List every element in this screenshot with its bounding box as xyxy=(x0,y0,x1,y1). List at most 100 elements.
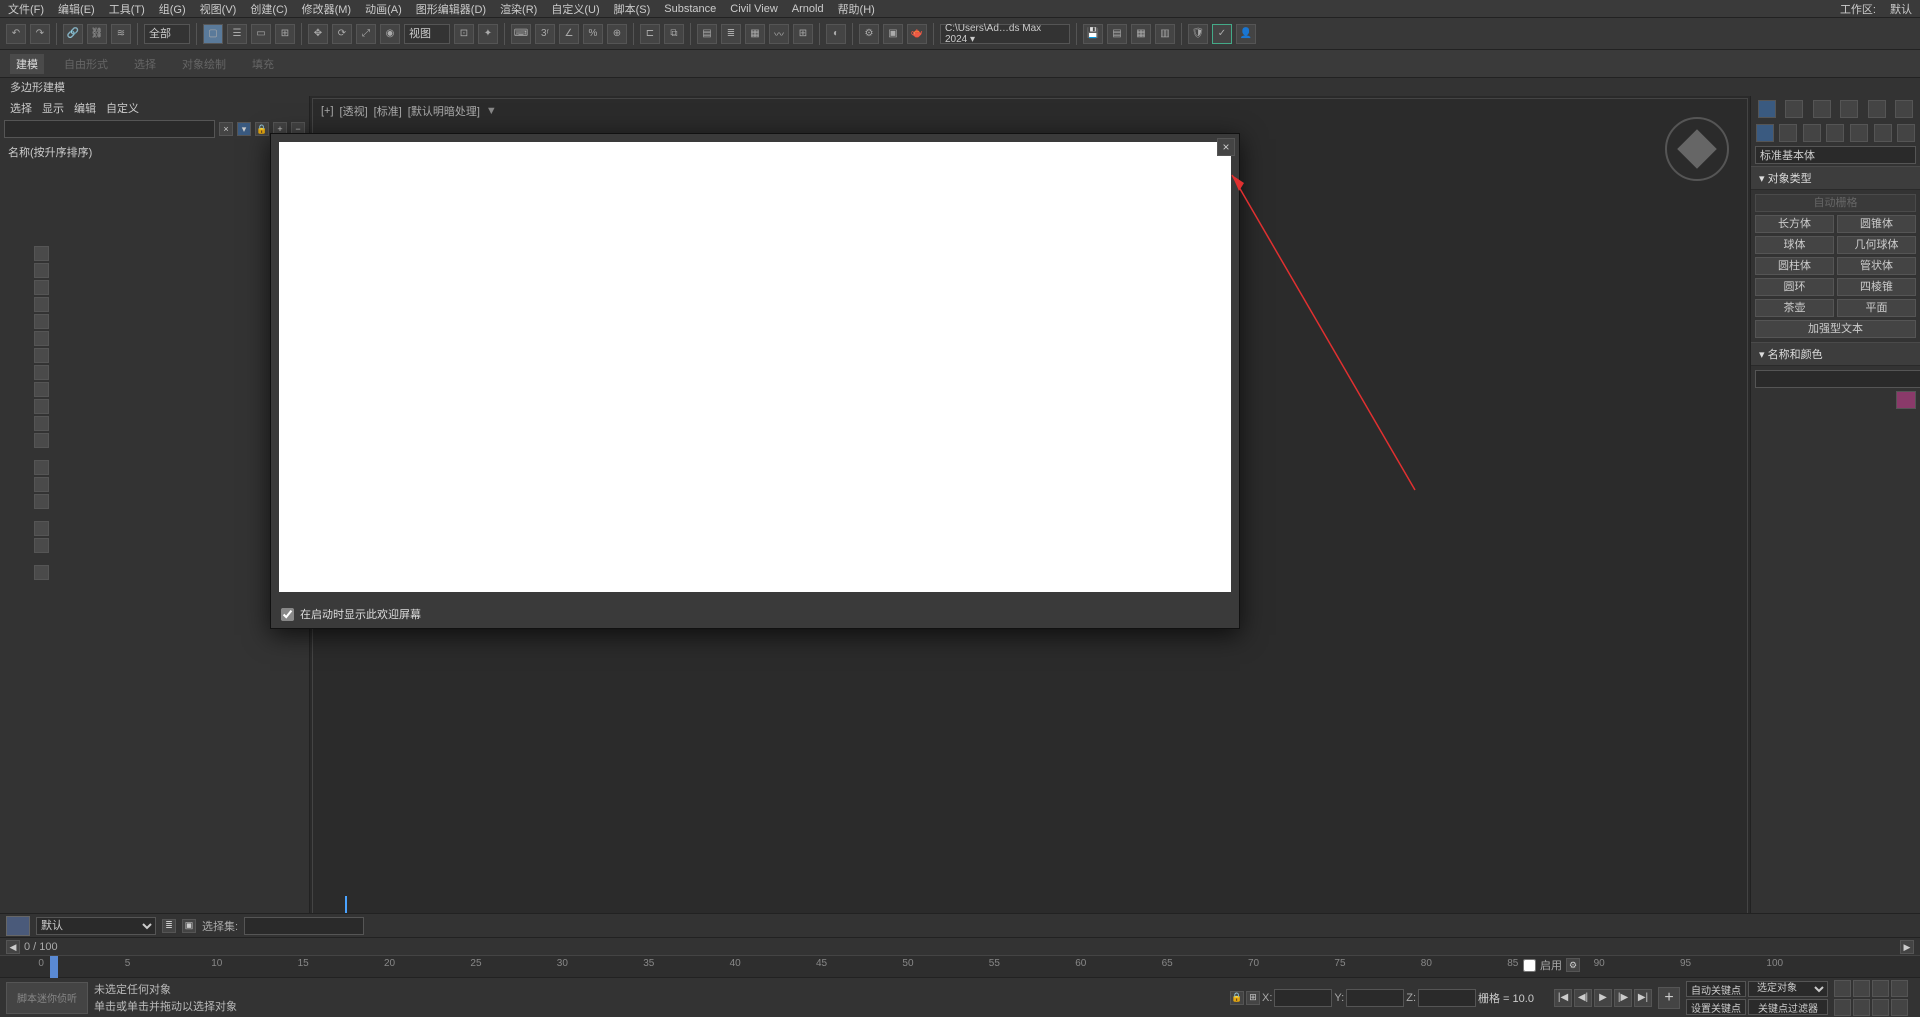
goto-start-button[interactable]: |◀ xyxy=(1554,989,1572,1007)
menu-file[interactable]: 文件(F) xyxy=(8,1,44,17)
spacewarps-category-icon[interactable] xyxy=(1874,124,1892,142)
window-crossing-button[interactable]: ⊞ xyxy=(275,24,295,44)
select-region-button[interactable]: ▭ xyxy=(251,24,271,44)
geosphere-button[interactable]: 几何球体 xyxy=(1837,236,1916,254)
plane-button[interactable]: 平面 xyxy=(1837,299,1916,317)
auto-key-button[interactable]: 自动关键点 xyxy=(1686,981,1746,997)
scene-explorer-button[interactable]: ▤ xyxy=(1107,24,1127,44)
scene-tab-edit[interactable]: 编辑 xyxy=(74,100,96,114)
layer-button[interactable]: ≣ xyxy=(721,24,741,44)
zoom-icon[interactable] xyxy=(1834,980,1851,997)
ref-coord-select[interactable]: 视图 xyxy=(404,24,450,44)
ribbon-tab-modeling[interactable]: 建模 xyxy=(10,54,44,74)
helpers-category-icon[interactable] xyxy=(1850,124,1868,142)
layer-explorer-button[interactable]: ▦ xyxy=(1131,24,1151,44)
lights-category-icon[interactable] xyxy=(1803,124,1821,142)
filter-groups-icon[interactable] xyxy=(34,365,49,380)
filter-lights-icon[interactable] xyxy=(34,297,49,312)
select-by-name-button[interactable]: ☰ xyxy=(227,24,247,44)
menu-arnold[interactable]: Arnold xyxy=(792,3,824,15)
tube-button[interactable]: 管状体 xyxy=(1837,257,1916,275)
ribbon-tab-freeform[interactable]: 自由形式 xyxy=(58,54,114,74)
menu-tools[interactable]: 工具(T) xyxy=(109,1,145,17)
placement-button[interactable]: ◉ xyxy=(380,24,400,44)
select-object-button[interactable]: ▢ xyxy=(203,24,223,44)
filter-shapes-icon[interactable] xyxy=(34,280,49,295)
coord-y-input[interactable] xyxy=(1346,989,1404,1007)
sphere-button[interactable]: 球体 xyxy=(1755,236,1834,254)
render-frame-button[interactable]: ▣ xyxy=(883,24,903,44)
systems-category-icon[interactable] xyxy=(1897,124,1915,142)
create-panel-tab[interactable] xyxy=(1758,100,1776,118)
filter-all-icon[interactable] xyxy=(34,246,49,261)
menu-help[interactable]: 帮助(H) xyxy=(838,1,875,17)
enable-anim-checkbox[interactable] xyxy=(1523,959,1536,972)
cylinder-button[interactable]: 圆柱体 xyxy=(1755,257,1834,275)
display-all-icon[interactable] xyxy=(34,460,49,475)
named-sel-button[interactable]: ⊏ xyxy=(640,24,660,44)
collapse-all-icon[interactable] xyxy=(34,538,49,553)
menu-edit[interactable]: 编辑(E) xyxy=(58,1,95,17)
viewport-shade-label[interactable]: [标准] xyxy=(374,103,402,119)
frame-next-button[interactable]: ▶ xyxy=(1900,940,1914,954)
schematic-view-button[interactable]: ⊞ xyxy=(793,24,813,44)
coord-x-input[interactable] xyxy=(1274,989,1332,1007)
zoom-all-icon[interactable] xyxy=(1853,980,1870,997)
menu-anim[interactable]: 动画(A) xyxy=(365,1,402,17)
render-setup-button[interactable]: ⚙ xyxy=(859,24,879,44)
close-button[interactable]: × xyxy=(1217,138,1235,156)
selection-filter-select[interactable]: 全部 xyxy=(144,24,190,44)
autosave-button[interactable]: 💾 xyxy=(1083,24,1103,44)
play-button[interactable]: ▶ xyxy=(1594,989,1612,1007)
script-listener[interactable]: 脚本迷你侦听 xyxy=(6,982,88,1014)
teapot-button[interactable]: 茶壶 xyxy=(1755,299,1834,317)
viewport-view-label[interactable]: [透视] xyxy=(340,103,368,119)
spinner-snap-button[interactable]: ⊕ xyxy=(607,24,627,44)
redo-button[interactable]: ↷ xyxy=(30,24,50,44)
filter-geometry-icon[interactable] xyxy=(34,263,49,278)
menu-civil[interactable]: Civil View xyxy=(730,3,777,15)
unlink-button[interactable]: ⛓ xyxy=(87,24,107,44)
menu-create[interactable]: 创建(C) xyxy=(250,1,287,17)
viewcube[interactable] xyxy=(1665,117,1729,181)
move-button[interactable]: ✥ xyxy=(308,24,328,44)
curve-editor-button[interactable]: 〰 xyxy=(769,24,789,44)
box-button[interactable]: 长方体 xyxy=(1755,215,1834,233)
goto-end-button[interactable]: ▶| xyxy=(1634,989,1652,1007)
set-key-large-button[interactable]: + xyxy=(1658,987,1680,1009)
ribbon-tab-selection[interactable]: 选择 xyxy=(128,54,162,74)
filter-spacewarps-icon[interactable] xyxy=(34,348,49,363)
set-key-button[interactable]: 设置关键点 xyxy=(1686,999,1746,1015)
filter-containers-icon[interactable] xyxy=(34,416,49,431)
menu-view[interactable]: 视图(V) xyxy=(200,1,237,17)
snap-toggle-button[interactable]: 3ʳ xyxy=(535,24,555,44)
viewport-menu-plus[interactable]: [+] xyxy=(321,105,334,117)
filter-frozen-icon[interactable] xyxy=(34,433,49,448)
object-type-rollout-header[interactable]: ▾ 对象类型 xyxy=(1751,166,1920,190)
ribbon-tab-object-paint[interactable]: 对象绘制 xyxy=(176,54,232,74)
key-target-select[interactable]: 选定对象 xyxy=(1748,981,1828,997)
primitive-category-select[interactable]: 标准基本体 xyxy=(1755,146,1916,164)
lock-selection-icon[interactable]: 🔒 xyxy=(1230,991,1244,1005)
modify-panel-tab[interactable] xyxy=(1785,100,1803,118)
hierarchy-panel-tab[interactable] xyxy=(1813,100,1831,118)
project-path-field[interactable]: C:\Users\Ad…ds Max 2024 ▾ xyxy=(940,24,1070,44)
filter-bones-icon[interactable] xyxy=(34,399,49,414)
pyramid-button[interactable]: 四棱锥 xyxy=(1837,278,1916,296)
object-name-input[interactable] xyxy=(1755,370,1920,388)
selection-set-input[interactable] xyxy=(244,917,364,935)
material-layer-icon[interactable]: ≣ xyxy=(162,919,176,933)
expand-all-icon[interactable] xyxy=(34,521,49,536)
key-filters-button[interactable]: 关键点过滤器 xyxy=(1748,999,1828,1015)
material-apply-icon[interactable]: ▣ xyxy=(182,919,196,933)
menu-graph[interactable]: 图形编辑器(D) xyxy=(416,1,486,17)
material-select[interactable]: 默认 xyxy=(36,917,156,935)
display-panel-tab[interactable] xyxy=(1868,100,1886,118)
scene-tab-display[interactable]: 显示 xyxy=(42,100,64,114)
next-frame-button[interactable]: |▶ xyxy=(1614,989,1632,1007)
zoom-extents-icon[interactable] xyxy=(1872,980,1889,997)
mirror-button[interactable]: ⧉ xyxy=(664,24,684,44)
align-button[interactable]: ▤ xyxy=(697,24,717,44)
textplus-button[interactable]: 加强型文本 xyxy=(1755,320,1916,338)
angle-snap-button[interactable]: ∠ xyxy=(559,24,579,44)
